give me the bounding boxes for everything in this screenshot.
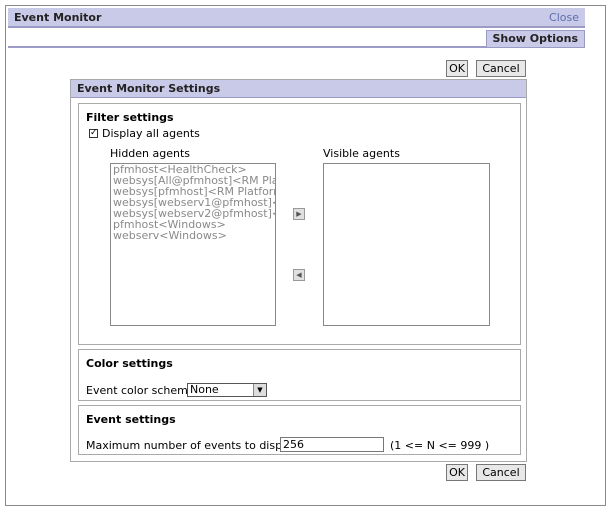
bottom-cancel-button[interactable]: Cancel [476,464,526,481]
event-settings-title: Event settings [86,413,176,426]
tab-bar: Show Options [8,30,585,48]
settings-header: Event Monitor Settings [71,80,526,98]
settings-title: Event Monitor Settings [77,82,221,95]
top-cancel-button[interactable]: Cancel [476,60,526,77]
window-title: Event Monitor [14,11,102,24]
filter-settings-section: Filter settings ✓ Display all agents Hid… [78,103,521,345]
top-ok-button[interactable]: OK [446,60,468,77]
color-settings-section: Color settings Event color scheme None ▼ [78,349,521,401]
display-all-agents-checkbox[interactable]: ✓ [89,129,98,138]
event-color-scheme-value: None [190,383,219,396]
bottom-ok-button[interactable]: OK [446,464,468,481]
display-all-agents-label: Display all agents [102,127,200,140]
event-color-scheme-label: Event color scheme [86,384,195,397]
max-events-range-hint: (1 <= N <= 999 ) [390,439,490,452]
visible-agents-list[interactable] [323,163,490,326]
list-item[interactable]: webserv<Windows> [111,230,275,241]
move-left-arrow-icon[interactable]: ◀ [293,269,305,281]
max-events-input[interactable]: 256 [280,437,384,452]
chevron-down-icon[interactable]: ▼ [253,384,266,396]
move-right-arrow-icon[interactable]: ▶ [293,208,305,220]
hidden-agents-list[interactable]: pfmhost<HealthCheck> websys[All@pfmhost]… [110,163,276,326]
color-settings-title: Color settings [86,357,173,370]
filter-settings-title: Filter settings [86,111,174,124]
visible-agents-label: Visible agents [323,147,400,160]
settings-panel: Event Monitor Settings Filter settings ✓… [70,79,527,462]
tab-show-options[interactable]: Show Options [485,30,585,47]
event-settings-section: Event settings Maximum number of events … [78,405,521,455]
max-events-value: 256 [283,438,304,451]
max-events-label: Maximum number of events to display [86,439,299,452]
close-link[interactable]: Close [549,11,579,24]
window-titlebar: Event Monitor Close [8,8,585,28]
hidden-agents-label: Hidden agents [110,147,191,160]
event-color-scheme-select[interactable]: None ▼ [187,383,267,397]
